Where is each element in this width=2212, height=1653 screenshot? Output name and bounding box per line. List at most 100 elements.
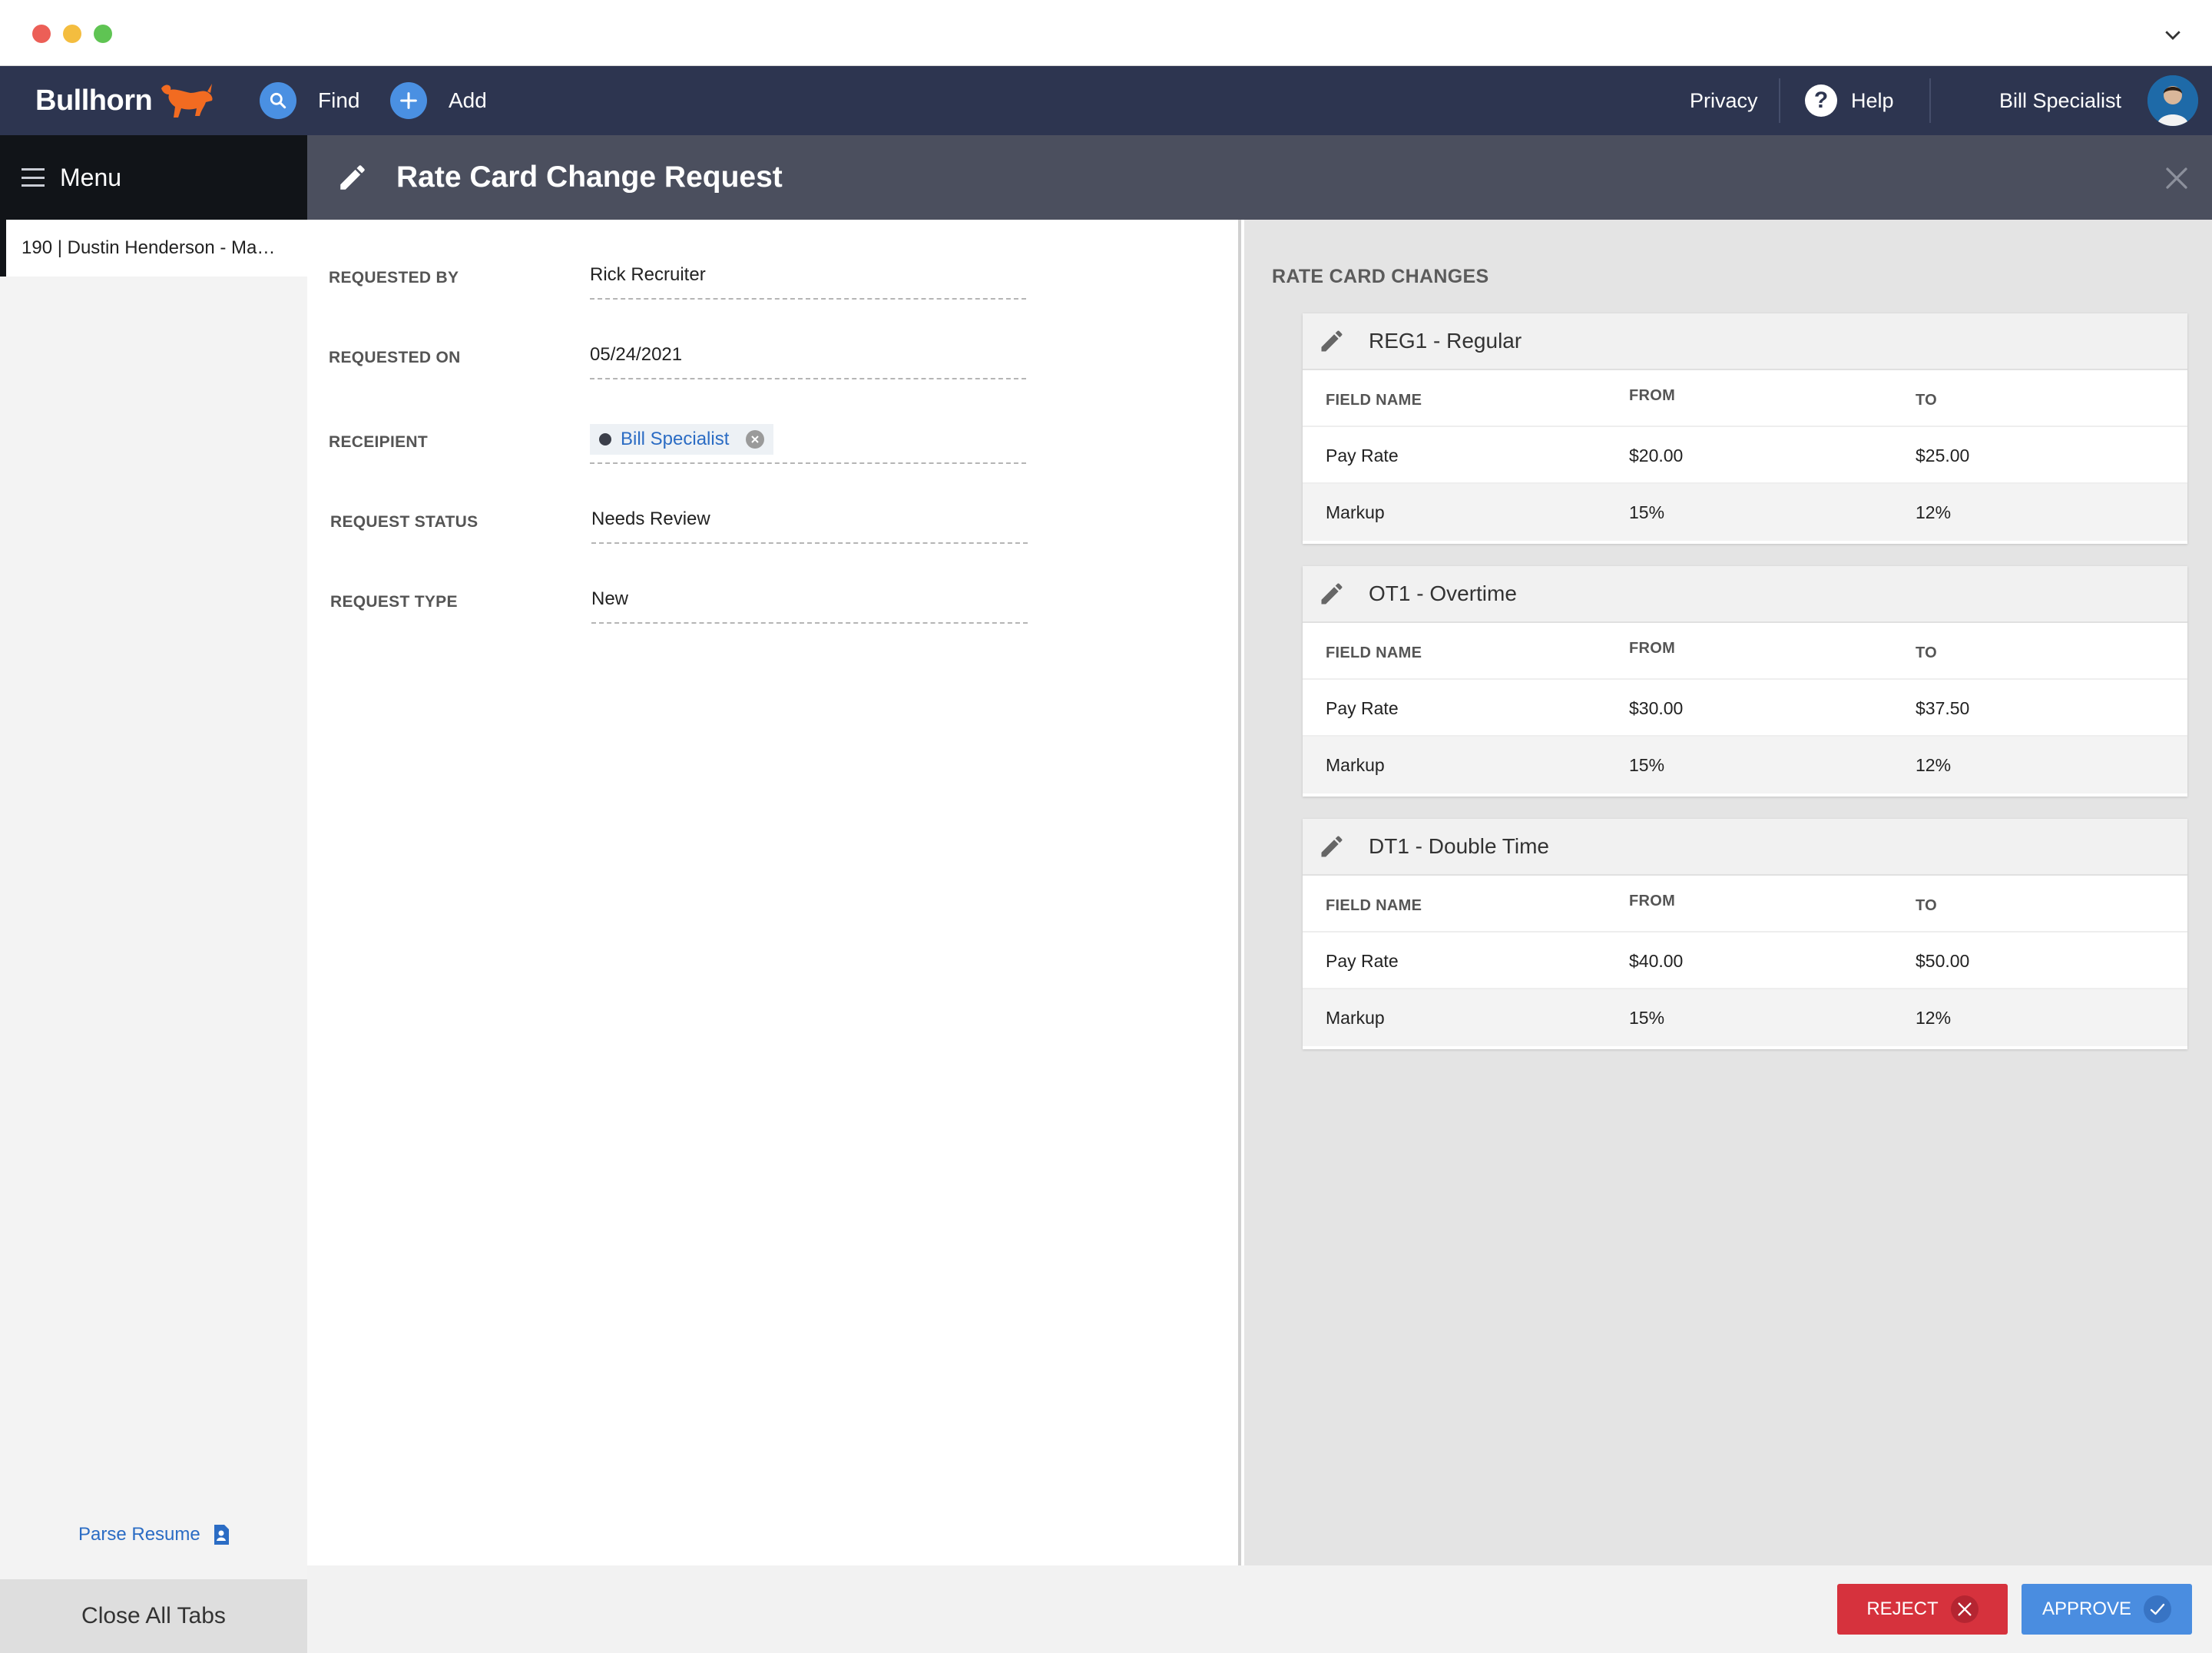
approve-button[interactable]: APPROVE	[2022, 1584, 2192, 1635]
request-details-form: REQUESTED BY Rick Recruiter REQUESTED ON…	[307, 220, 1241, 1565]
pencil-icon[interactable]	[1318, 327, 1346, 355]
sidebar: Menu 190 | Dustin Henderson - Ma… Parse …	[0, 135, 307, 1653]
reject-label: REJECT	[1866, 1598, 1939, 1619]
column-header-field-name: FIELD NAME	[1326, 644, 1422, 661]
help-label: Help	[1851, 88, 1894, 112]
card-title: REG1 - Regular	[1369, 329, 1522, 353]
logo-text: Bullhorn	[35, 84, 153, 117]
column-header-from: FROM	[1629, 893, 1676, 909]
close-icon[interactable]	[2163, 164, 2190, 192]
user-avatar-icon	[2147, 75, 2199, 126]
request-status-row: REQUEST STATUS Needs Review	[307, 498, 1241, 544]
table-header-row: FIELD NAME FROM TO	[1303, 623, 2187, 680]
search-icon	[260, 82, 296, 119]
column-header-from: FROM	[1629, 387, 1676, 404]
check-icon	[2144, 1595, 2172, 1623]
requested-on-field[interactable]: 05/24/2021	[590, 333, 1026, 379]
chevron-down-icon[interactable]	[2161, 23, 2184, 46]
to-cell: $37.50	[1916, 698, 1970, 718]
add-button[interactable]: Add	[390, 82, 487, 119]
card-header: OT1 - Overtime	[1303, 566, 2187, 623]
window-close-button[interactable]	[32, 25, 51, 43]
top-navigation: Bullhorn Find Add Privacy ? Help Bill Sp…	[0, 66, 2212, 135]
column-header-to: TO	[1916, 897, 1938, 914]
pencil-icon[interactable]	[1318, 833, 1346, 860]
action-footer: REJECT APPROVE	[307, 1565, 2212, 1653]
avatar[interactable]	[2147, 75, 2199, 126]
recipient-chip-label: Bill Specialist	[621, 429, 730, 449]
table-row: Pay Rate $20.00 $25.00	[1303, 427, 2187, 484]
field-name-cell: Pay Rate	[1326, 698, 1399, 718]
pencil-icon	[340, 165, 365, 190]
field-name-cell: Markup	[1326, 755, 1385, 775]
from-cell: $40.00	[1629, 951, 1684, 971]
recipient-chip[interactable]: Bill Specialist	[590, 424, 774, 455]
open-tab-item[interactable]: 190 | Dustin Henderson - Ma…	[0, 220, 307, 277]
remove-chip-icon[interactable]	[746, 430, 765, 449]
bullhorn-logo[interactable]: Bullhorn	[35, 81, 218, 120]
column-header-field-name: FIELD NAME	[1326, 897, 1422, 914]
to-cell: 12%	[1916, 1008, 1952, 1028]
table-row: Markup 15% 12%	[1303, 989, 2187, 1046]
recipient-field[interactable]: Bill Specialist	[590, 418, 1026, 464]
to-cell: 12%	[1916, 755, 1952, 775]
document-person-icon	[214, 1525, 229, 1545]
find-button[interactable]: Find	[260, 82, 360, 119]
rate-card-ot1: OT1 - Overtime FIELD NAME FROM TO Pay Ra…	[1303, 566, 2187, 797]
recipient-label: RECEIPIENT	[329, 433, 429, 451]
add-label: Add	[449, 88, 487, 112]
requested-on-label: REQUESTED ON	[329, 349, 461, 366]
requested-on-row: REQUESTED ON 05/24/2021	[307, 333, 1241, 379]
field-name-cell: Pay Rate	[1326, 446, 1399, 465]
field-name-cell: Markup	[1326, 1008, 1385, 1028]
to-cell: $25.00	[1916, 446, 1970, 465]
requested-by-field[interactable]: Rick Recruiter	[590, 253, 1026, 300]
parse-resume-link[interactable]: Parse Resume	[78, 1524, 230, 1545]
rate-card-dt1: DT1 - Double Time FIELD NAME FROM TO Pay…	[1303, 819, 2187, 1049]
column-header-field-name: FIELD NAME	[1326, 392, 1422, 409]
rate-card-changes-title: RATE CARD CHANGES	[1272, 266, 1489, 287]
privacy-link[interactable]: Privacy	[1690, 66, 1758, 135]
approve-label: APPROVE	[2041, 1598, 2132, 1619]
rate-card-changes-panel: RATE CARD CHANGES REG1 - Regular FIELD N…	[1244, 220, 2212, 1565]
table-row: Pay Rate $30.00 $37.50	[1303, 680, 2187, 737]
pencil-icon[interactable]	[1318, 580, 1346, 608]
column-header-from: FROM	[1629, 640, 1676, 657]
window-minimize-button[interactable]	[63, 25, 81, 43]
parse-resume-label: Parse Resume	[78, 1524, 200, 1545]
user-menu[interactable]: Bill Specialist	[1999, 66, 2199, 135]
requested-by-label: REQUESTED BY	[329, 269, 459, 287]
menu-toggle[interactable]: Menu	[0, 135, 307, 220]
menu-label: Menu	[60, 163, 122, 191]
request-status-field[interactable]: Needs Review	[591, 498, 1028, 544]
close-all-tabs-button[interactable]: Close All Tabs	[0, 1579, 307, 1653]
table-row: Pay Rate $40.00 $50.00	[1303, 933, 2187, 989]
from-cell: 15%	[1629, 1008, 1665, 1028]
from-cell: $20.00	[1629, 446, 1684, 465]
window-chrome	[0, 0, 2212, 66]
request-status-label: REQUEST STATUS	[330, 513, 478, 531]
page-title: Rate Card Change Request	[396, 161, 783, 194]
rate-card-reg1: REG1 - Regular FIELD NAME FROM TO Pay Ra…	[1303, 313, 2187, 544]
request-type-label: REQUEST TYPE	[330, 593, 458, 611]
table-row: Markup 15% 12%	[1303, 484, 2187, 541]
request-type-field[interactable]: New	[591, 578, 1028, 624]
to-cell: 12%	[1916, 502, 1952, 522]
field-name-cell: Pay Rate	[1326, 951, 1399, 971]
plus-icon	[390, 82, 427, 119]
reject-button[interactable]: REJECT	[1837, 1584, 2008, 1635]
help-link[interactable]: ? Help	[1805, 66, 1894, 135]
window-maximize-button[interactable]	[94, 25, 112, 43]
nav-divider	[1929, 78, 1931, 123]
table-header-row: FIELD NAME FROM TO	[1303, 370, 2187, 427]
hamburger-icon	[22, 168, 45, 187]
find-label: Find	[318, 88, 360, 112]
nav-divider	[1779, 78, 1780, 123]
table-row: Markup 15% 12%	[1303, 737, 2187, 793]
recipient-row: RECEIPIENT Bill Specialist	[307, 418, 1241, 464]
requested-by-row: REQUESTED BY Rick Recruiter	[307, 253, 1241, 300]
from-cell: 15%	[1629, 755, 1665, 775]
to-cell: $50.00	[1916, 951, 1970, 971]
column-header-to: TO	[1916, 392, 1938, 409]
request-type-row: REQUEST TYPE New	[307, 578, 1241, 624]
